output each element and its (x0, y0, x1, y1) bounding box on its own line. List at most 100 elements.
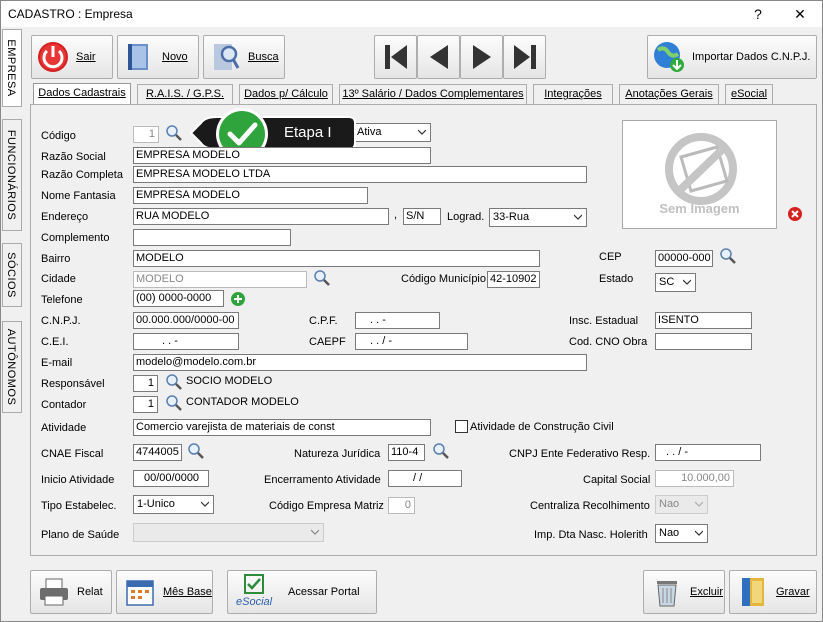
plano-saude-label: Plano de Saúde (41, 529, 120, 541)
busca-button[interactable]: Busca (203, 35, 285, 79)
responsavel-search-icon[interactable] (165, 373, 183, 391)
esocial-logo: eSocial (232, 572, 276, 612)
nome-fantasia-label: Nome Fantasia (41, 190, 116, 202)
tab-rais-gps[interactable]: R.A.I.S. / G.P.S. (137, 84, 233, 104)
encerramento-input[interactable]: / / (388, 470, 462, 487)
lograd-label: Lograd. (447, 211, 485, 223)
side-tab-socios[interactable]: SÓCIOS (2, 243, 22, 307)
plano-saude-select[interactable] (133, 523, 324, 542)
globe-download-icon (654, 42, 684, 72)
importar-cnpj-button[interactable]: Importar Dados C.N.P.J. (647, 35, 817, 79)
add-phone-icon[interactable] (230, 291, 246, 307)
bairro-input[interactable]: MODELO (133, 250, 540, 267)
estado-label: Estado (599, 273, 634, 285)
acessar-portal-button[interactable]: eSocial Acessar Portal (227, 570, 377, 614)
title-bar: CADASTRO : Empresa ? ✕ (1, 1, 822, 27)
tab-dados-cadastrais[interactable]: Dados Cadastrais (33, 83, 131, 105)
numero-input[interactable]: S/N (403, 208, 441, 225)
search-icon[interactable] (165, 124, 183, 142)
capital-social-input[interactable]: 10.000,00 (655, 470, 734, 487)
telefone-label: Telefone (41, 294, 83, 306)
help-button[interactable]: ? (743, 3, 773, 25)
email-input[interactable]: modelo@modelo.com.br (133, 354, 587, 371)
estado-select[interactable]: SC (655, 273, 696, 292)
next-icon (472, 45, 491, 69)
window-title: CADASTRO : Empresa (8, 7, 133, 21)
next-record-button[interactable] (460, 35, 503, 79)
first-record-button[interactable] (374, 35, 417, 79)
window: CADASTRO : Empresa ? ✕ EMPRESA FUNCIONÁR… (0, 0, 823, 622)
side-tab-autonomos[interactable]: AUTÔNOMOS (2, 321, 22, 413)
photo-frame[interactable]: Sem Imagem (622, 120, 777, 229)
new-document-icon (128, 44, 148, 70)
contador-label: Contador (41, 399, 87, 411)
tab-dados-calculo[interactable]: Dados p/ Cálculo (239, 84, 333, 104)
complemento-label: Complemento (41, 232, 110, 244)
tab-esocial[interactable]: eSocial (725, 84, 773, 104)
previous-icon (429, 45, 448, 69)
cep-input[interactable]: 00000-000 (655, 250, 713, 267)
cep-search-icon[interactable] (719, 247, 737, 265)
close-button[interactable]: ✕ (785, 3, 815, 25)
last-record-button[interactable] (503, 35, 546, 79)
capital-social-label: Capital Social (583, 474, 651, 486)
cep-label: CEP (599, 251, 622, 263)
caepf-input[interactable]: . . / - (355, 333, 468, 350)
centraliza-select[interactable]: Nao (655, 495, 708, 514)
remove-photo-icon[interactable] (787, 206, 803, 222)
previous-record-button[interactable] (417, 35, 460, 79)
imp-dta-select[interactable]: Nao (655, 524, 708, 543)
status-select[interactable]: Ativa (353, 123, 431, 142)
contador-search-icon[interactable] (165, 394, 183, 412)
codigo-municipio-input[interactable]: 42-10902 (487, 271, 540, 288)
contador-name: CONTADOR MODELO (186, 396, 299, 408)
cidade-label: Cidade (41, 273, 76, 285)
razao-completa-input[interactable]: EMPRESA MODELO LTDA (133, 166, 587, 183)
etapa-text: Etapa I (284, 124, 332, 141)
cno-obra-input[interactable] (655, 333, 752, 350)
inicio-atividade-input[interactable]: 00/00/0000 (133, 470, 209, 487)
inicio-atividade-label: Inicio Atividade (41, 474, 115, 486)
tab-13-salario[interactable]: 13º Salário / Dados Complementares (339, 84, 527, 104)
excluir-button[interactable]: Excluir (643, 570, 725, 614)
cnae-input[interactable]: 4744005 (133, 444, 182, 461)
caepf-label: CAEPF (309, 336, 346, 348)
cpf-input[interactable]: . . - (355, 312, 440, 329)
insc-estadual-input[interactable]: ISENTO (655, 312, 752, 329)
side-tab-empresa[interactable]: EMPRESA (2, 29, 22, 107)
codigo-matriz-input[interactable]: 0 (388, 497, 415, 514)
endereco-input[interactable]: RUA MODELO (133, 208, 389, 225)
contador-input[interactable]: 1 (133, 396, 158, 413)
save-book-icon (742, 578, 764, 606)
cidade-input[interactable]: MODELO (133, 271, 307, 288)
natureza-juridica-input[interactable]: 110-4 (388, 444, 425, 461)
cpf-label: C.P.F. (309, 315, 338, 327)
calendar-icon (126, 580, 154, 606)
cnpj-ente-input[interactable]: . . / - (655, 444, 761, 461)
cnpj-input[interactable]: 00.000.000/0000-00 (133, 312, 239, 329)
gravar-button[interactable]: Gravar (729, 570, 817, 614)
relat-button[interactable]: Relat (30, 570, 112, 614)
cidade-search-icon[interactable] (313, 269, 331, 287)
responsavel-input[interactable]: 1 (133, 375, 158, 392)
nome-fantasia-input[interactable]: EMPRESA MODELO (133, 187, 368, 204)
sair-button[interactable]: Sair (31, 35, 113, 79)
razao-completa-label: Razão Completa (41, 169, 123, 181)
construcao-civil-checkbox[interactable] (455, 420, 468, 433)
side-tab-funcionarios[interactable]: FUNCIONÁRIOS (2, 119, 22, 231)
endereco-label: Endereço (41, 211, 89, 223)
natureza-search-icon[interactable] (432, 442, 450, 460)
tab-integracoes[interactable]: Integrações (533, 84, 613, 104)
atividade-input[interactable]: Comercio varejista de materiais de const (133, 419, 431, 436)
razao-social-input[interactable]: EMPRESA MODELO (133, 147, 431, 164)
mes-base-button[interactable]: Mês Base (116, 570, 213, 614)
complemento-input[interactable] (133, 229, 291, 246)
cei-input[interactable]: . . - (133, 333, 239, 350)
telefone-input[interactable]: (00) 0000-0000 (133, 290, 224, 307)
tipo-estabelec-select[interactable]: 1-Unico (133, 495, 214, 514)
tab-anotacoes-gerais[interactable]: Anotações Gerais (619, 84, 719, 104)
lograd-select[interactable]: 33-Rua (489, 208, 587, 227)
cnae-search-icon[interactable] (187, 442, 205, 460)
novo-button[interactable]: Novo (117, 35, 199, 79)
codigo-input[interactable]: 1 (133, 126, 159, 143)
